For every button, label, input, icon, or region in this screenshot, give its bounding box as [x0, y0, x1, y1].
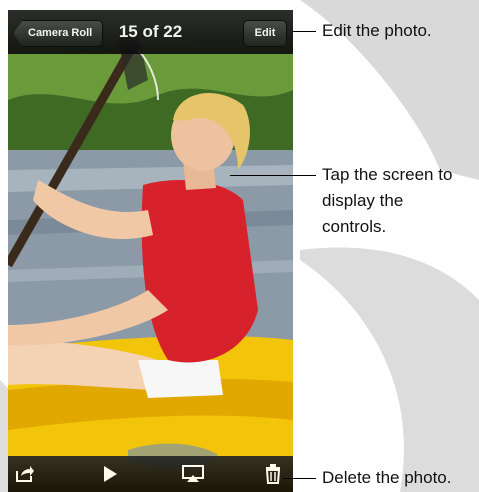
- edit-callout-leader: [292, 31, 316, 32]
- edit-callout: Edit the photo.: [322, 21, 432, 40]
- share-icon[interactable]: [12, 462, 38, 486]
- photo-toolbar: [8, 456, 293, 492]
- delete-callout-leader: [283, 478, 316, 479]
- tap-callout-line1: Tap the screen to: [322, 165, 453, 184]
- trash-icon[interactable]: [260, 462, 286, 486]
- navigation-bar: Camera Roll 15 of 22 Edit: [8, 10, 293, 54]
- tap-callout-line3: controls.: [322, 217, 387, 236]
- play-icon[interactable]: [97, 462, 123, 486]
- airplay-icon[interactable]: [180, 462, 206, 486]
- delete-callout: Delete the photo.: [322, 468, 452, 487]
- photo-screen[interactable]: Camera Roll 15 of 22 Edit: [8, 10, 293, 492]
- tap-callout-leader: [230, 175, 316, 176]
- tap-callout-line2: display the: [322, 191, 404, 210]
- photo-image[interactable]: [8, 10, 293, 492]
- edit-button[interactable]: Edit: [243, 20, 287, 47]
